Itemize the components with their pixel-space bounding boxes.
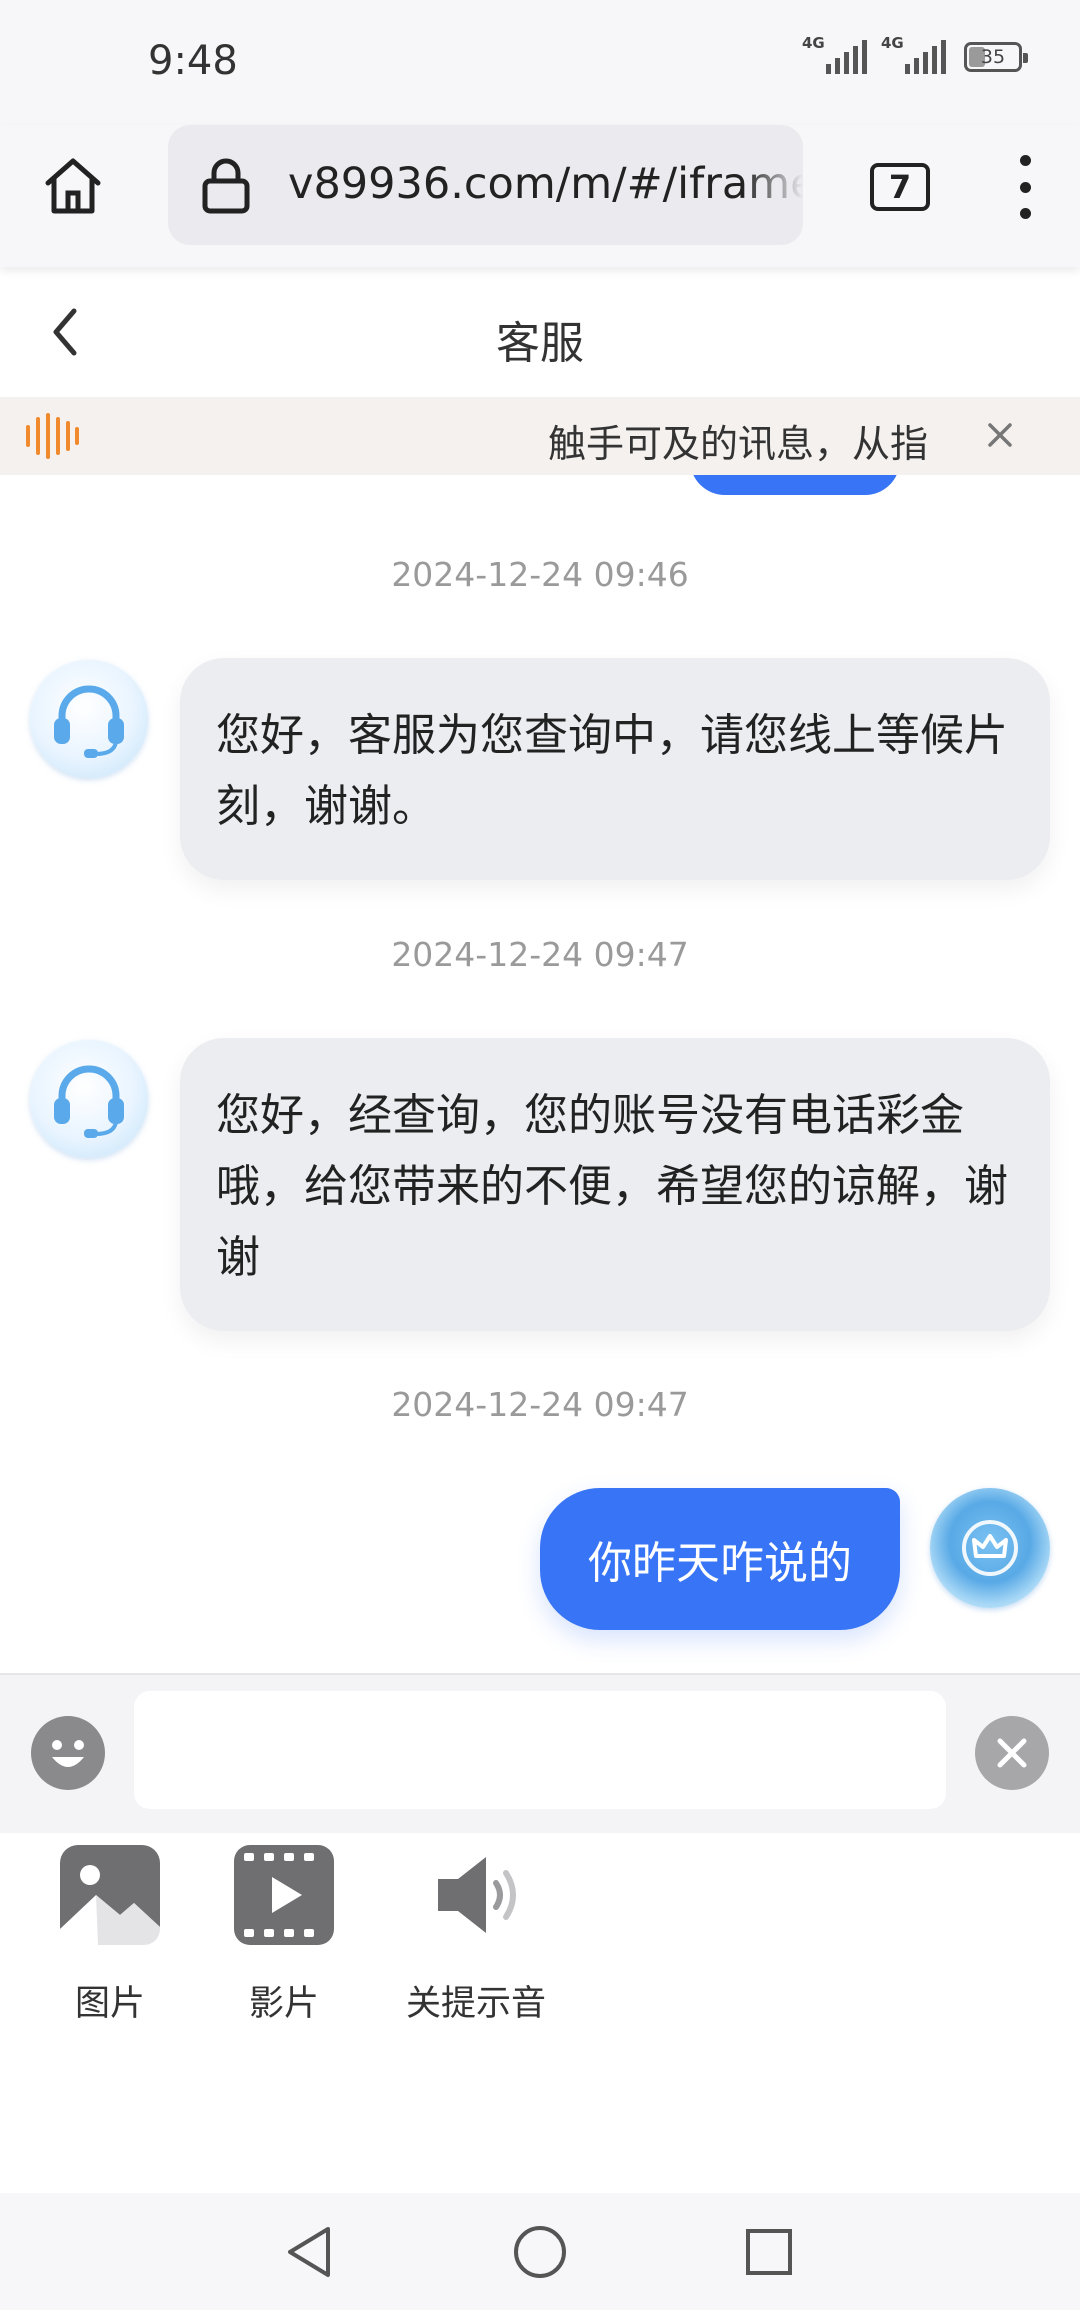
headset-icon [54, 1065, 124, 1138]
url-text[interactable]: v89936.com/m/#/iframe- [288, 159, 803, 209]
agent-message-bubble: 您好，客服为您查询中，请您线上等候片刻，谢谢。 [180, 658, 1050, 880]
tabs-button[interactable]: 7 [870, 163, 930, 211]
user-message-bubble-partial [690, 475, 900, 495]
notice-bar: 触手可及的讯息，从指 [0, 397, 1080, 475]
chat-area[interactable]: 2024-12-24 09:46 您好，客服为您查询中，请您线上等候片刻，谢谢。… [0, 475, 1080, 1673]
system-navigation-bar [0, 2193, 1080, 2310]
tool-video[interactable]: 影片 [232, 1843, 336, 2026]
back-triangle-icon[interactable] [280, 2221, 342, 2283]
signal-icon: 4G [802, 34, 867, 74]
message-timestamp: 2024-12-24 09:47 [391, 1385, 689, 1424]
user-avatar [930, 1488, 1050, 1608]
attachment-tools: 图片 影片 关提示音 [0, 1833, 1080, 2193]
close-circle-icon[interactable] [974, 1715, 1050, 1791]
message-input[interactable] [134, 1691, 946, 1809]
status-time: 9:48 [148, 38, 238, 84]
network-type-2: 4G [881, 34, 904, 52]
user-message-bubble: 你昨天咋说的 [540, 1488, 900, 1630]
headset-icon [54, 685, 124, 758]
agent-message-bubble: 您好，经查询，您的账号没有电话彩金哦，给您带来的不便，希望您的谅解，谢谢 [180, 1038, 1050, 1331]
message-timestamp: 2024-12-24 09:46 [391, 555, 689, 594]
recents-square-icon[interactable] [738, 2221, 800, 2283]
emoji-icon[interactable] [30, 1715, 106, 1791]
video-icon [234, 1845, 334, 1945]
network-type-1: 4G [802, 34, 825, 52]
browser-toolbar: v89936.com/m/#/iframe- 7 [0, 125, 1080, 267]
message-timestamp: 2024-12-24 09:47 [391, 935, 689, 974]
page-header: 客服 [0, 267, 1080, 397]
page-title: 客服 [496, 318, 584, 369]
sound-wave-icon [26, 413, 79, 459]
image-icon [60, 1845, 160, 1945]
crown-icon [962, 1520, 1018, 1576]
battery-level: 35 [980, 46, 1006, 68]
more-vert-icon[interactable] [1010, 155, 1040, 219]
tool-image[interactable]: 图片 [58, 1843, 162, 2026]
status-icons: 4G 4G 35 [802, 34, 1028, 74]
speaker-icon [438, 1857, 516, 1933]
home-circle-icon[interactable] [509, 2221, 571, 2283]
tool-video-label: 影片 [248, 1984, 319, 2024]
tool-mute-sound-label: 关提示音 [406, 1984, 547, 2024]
address-bar[interactable]: v89936.com/m/#/iframe- [168, 125, 803, 245]
status-bar: 9:48 4G 4G 35 [0, 0, 1080, 125]
tool-mute-sound[interactable]: 关提示音 [406, 1843, 546, 2026]
message-composer [0, 1673, 1080, 1833]
signal-icon-2: 4G [881, 34, 946, 74]
close-icon[interactable] [980, 415, 1020, 455]
agent-avatar [30, 1040, 148, 1158]
battery-icon: 35 [964, 42, 1028, 72]
tool-image-label: 图片 [74, 1984, 145, 2024]
lock-icon [202, 158, 250, 214]
notice-text: 触手可及的讯息，从指 [548, 422, 929, 466]
agent-avatar [30, 660, 148, 778]
home-icon[interactable] [40, 153, 106, 219]
